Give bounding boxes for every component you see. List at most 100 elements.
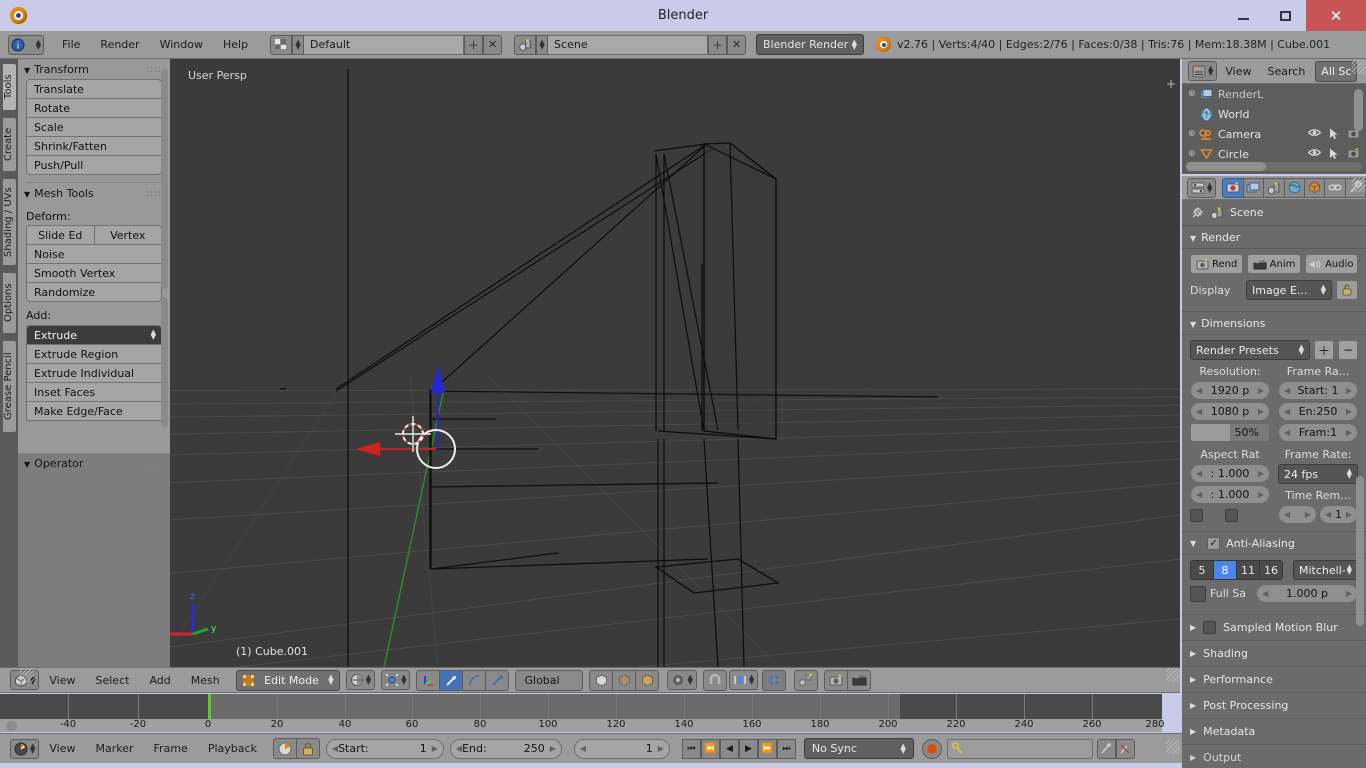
aa-filter-selector[interactable]: Mitchell- ▲ ▼ (1293, 560, 1358, 580)
viewport-region-toggle-icon[interactable]: + (1166, 78, 1176, 90)
section-performance[interactable]: ▶ Performance :::: (1182, 667, 1366, 693)
menu-help[interactable]: Help (213, 31, 258, 59)
render-presets-selector[interactable]: Render Presets ▲ ▼ (1190, 340, 1310, 360)
outliner-editor[interactable]: ▲ ▼ View Search All Sc ⊕ RenderL World ⊕… (1182, 59, 1366, 174)
delete-scene-button[interactable]: ✕ (727, 34, 747, 55)
3d-viewport[interactable]: z x y User Persp (1) Cube.001 + (18, 59, 1180, 667)
outliner-row-camera[interactable]: ⊕ Camera (1182, 124, 1366, 144)
properties-editor[interactable]: ▲ ▼ Scene ▼ Render:::: Rend Anim Audio … (1182, 176, 1366, 768)
jump-to-end-button[interactable]: ⏭ (776, 738, 796, 759)
camera-render-icon[interactable] (1347, 148, 1360, 159)
filter-size-field[interactable]: ◀ 1.000 p ▶ (1256, 584, 1358, 603)
timeline-area[interactable]: -40 -20 0 20 40 60 80 100 120 140 160 18… (0, 694, 1165, 732)
noise-button[interactable]: Noise (26, 244, 162, 264)
panel-grip-icon[interactable]: :::: (146, 459, 162, 469)
aa-samples-16[interactable]: 16 (1259, 560, 1283, 580)
panel-grip-icon[interactable]: :::: (146, 65, 162, 75)
outliner-row-circle[interactable]: ⊕ Circle (1182, 144, 1366, 164)
panel-grip-icon[interactable]: :::: (1340, 675, 1356, 685)
transform-orientation-selector[interactable]: Global (515, 669, 584, 691)
push-pull-button[interactable]: Push/Pull (26, 155, 162, 175)
snap-magnet-icon[interactable] (702, 669, 727, 691)
timeline-menu-playback[interactable]: Playback (198, 742, 267, 755)
panel-grip-icon[interactable]: :::: (1340, 701, 1356, 711)
time-remap-new-field[interactable]: ◀ 1 ▶ (1319, 505, 1358, 524)
manipulator-enable-toggle[interactable] (416, 669, 441, 691)
panel-grip-icon[interactable]: :::: (1340, 539, 1356, 549)
section-output[interactable]: ▶ Output (1182, 745, 1366, 768)
active-keying-set-field[interactable] (946, 738, 1093, 759)
area-corner-grip[interactable] (1166, 668, 1180, 682)
snap-element-selector[interactable]: ▲ ▼ (728, 670, 759, 690)
inset-faces-button[interactable]: Inset Faces (26, 382, 162, 402)
operator-panel[interactable]: ▼ Operator :::: (18, 453, 170, 667)
viewport-canvas[interactable]: z x y (18, 59, 1180, 667)
dimensions-section-header[interactable]: ▼ Dimensions :::: (1182, 311, 1366, 335)
outliner-horizontal-scrollbar[interactable] (1186, 162, 1362, 171)
timeline-scroll-knob[interactable] (6, 721, 17, 731)
outliner-editor-type-selector[interactable]: ▲ ▼ (1188, 61, 1218, 81)
outliner-row-world[interactable]: World (1182, 104, 1366, 124)
render-section-header[interactable]: ▼ Render :::: (1182, 226, 1366, 249)
tab-grease-pencil[interactable]: Grease Pencil (2, 340, 17, 433)
sync-mode-selector[interactable]: No Sync ▲ ▼ (803, 738, 914, 759)
add-scene-button[interactable]: ＋ (708, 34, 728, 55)
pivot-point-selector[interactable]: ▲ ▼ (381, 670, 411, 690)
frame-end-prop-field[interactable]: ◀ En:250 ▶ (1278, 402, 1358, 421)
auto-keyframe-button[interactable] (921, 738, 942, 759)
resolution-percentage-slider[interactable]: 50% (1190, 423, 1270, 442)
section-metadata[interactable]: ▶ Metadata :::: (1182, 719, 1366, 745)
frame-step-field[interactable]: ◀ Fram:1 ▶ (1278, 423, 1358, 442)
border-checkbox[interactable] (1190, 509, 1203, 522)
crop-checkbox[interactable] (1225, 509, 1238, 522)
screen-layout-spinner[interactable]: ▲ ▼ (292, 34, 305, 55)
viewport-menu-select[interactable]: Select (86, 674, 140, 687)
panel-grip-icon[interactable]: :::: (1340, 727, 1356, 737)
randomize-button[interactable]: Randomize (26, 282, 162, 302)
panel-grip-icon[interactable]: :::: (1340, 233, 1356, 243)
section-post-processing[interactable]: ▶ Post Processing :::: (1182, 693, 1366, 719)
manipulator-rotate-toggle[interactable] (462, 669, 487, 691)
aa-samples-11[interactable]: 11 (1236, 560, 1260, 580)
tab-options[interactable]: Options (2, 272, 17, 334)
aspect-y-field[interactable]: ◀ : 1.000 ▶ (1190, 485, 1270, 504)
play-audio-button[interactable]: Audio (1304, 254, 1358, 274)
translate-button[interactable]: Translate (26, 79, 162, 99)
timeline-menu-marker[interactable]: Marker (86, 742, 144, 755)
pin-icon[interactable] (1190, 206, 1204, 220)
scale-button[interactable]: Scale (26, 117, 162, 137)
aa-samples-5[interactable]: 5 (1190, 560, 1214, 580)
remove-preset-button[interactable]: − (1338, 340, 1358, 360)
tab-tools[interactable]: Tools (2, 63, 17, 111)
scene-spinner[interactable]: ▲ ▼ (536, 34, 549, 55)
panel-grip-icon[interactable]: :::: (1340, 319, 1356, 329)
tab-create[interactable]: Create (2, 117, 17, 172)
transform-panel-header[interactable]: ▼ Transform :::: (18, 59, 170, 79)
aspect-x-field[interactable]: ◀ : 1.000 ▶ (1190, 464, 1270, 483)
manipulator-scale-toggle[interactable] (485, 669, 510, 691)
timeline-editor-type-selector[interactable]: ▲ ▼ (10, 738, 40, 759)
tab-constraints[interactable] (1324, 177, 1346, 198)
scene-icon[interactable] (514, 34, 537, 55)
render-still-icon[interactable] (824, 669, 849, 691)
aa-samples-8[interactable]: 8 (1213, 560, 1237, 580)
lock-icon[interactable] (295, 738, 320, 759)
area-corner-grip[interactable] (1166, 740, 1180, 754)
panel-grip-icon[interactable]: :::: (146, 189, 162, 199)
screen-layout-field[interactable]: Default (304, 34, 465, 55)
keyingset-add-icon[interactable] (1096, 738, 1116, 759)
screen-layout-icon[interactable] (270, 34, 293, 55)
slide-edge-button[interactable]: Slide Ed (26, 225, 94, 245)
jump-to-start-button[interactable]: ⏮ (681, 738, 701, 759)
snap-target-icon[interactable] (762, 669, 787, 691)
timeline-ruler[interactable]: -40 -20 0 20 40 60 80 100 120 140 160 18… (0, 719, 1165, 732)
render-still-button[interactable]: Rend (1190, 254, 1244, 274)
play-reverse-button[interactable]: ◀ (719, 738, 739, 759)
menu-file[interactable]: File (52, 31, 90, 59)
area-corner-grip[interactable] (20, 668, 34, 682)
slide-vertex-button[interactable]: Vertex (93, 225, 162, 245)
properties-scrollbar[interactable] (1356, 476, 1364, 626)
area-corner-grip[interactable] (1352, 178, 1366, 192)
smooth-vertex-button[interactable]: Smooth Vertex (26, 263, 162, 283)
current-frame-field[interactable]: ◀ 1 ▶ (573, 738, 670, 759)
